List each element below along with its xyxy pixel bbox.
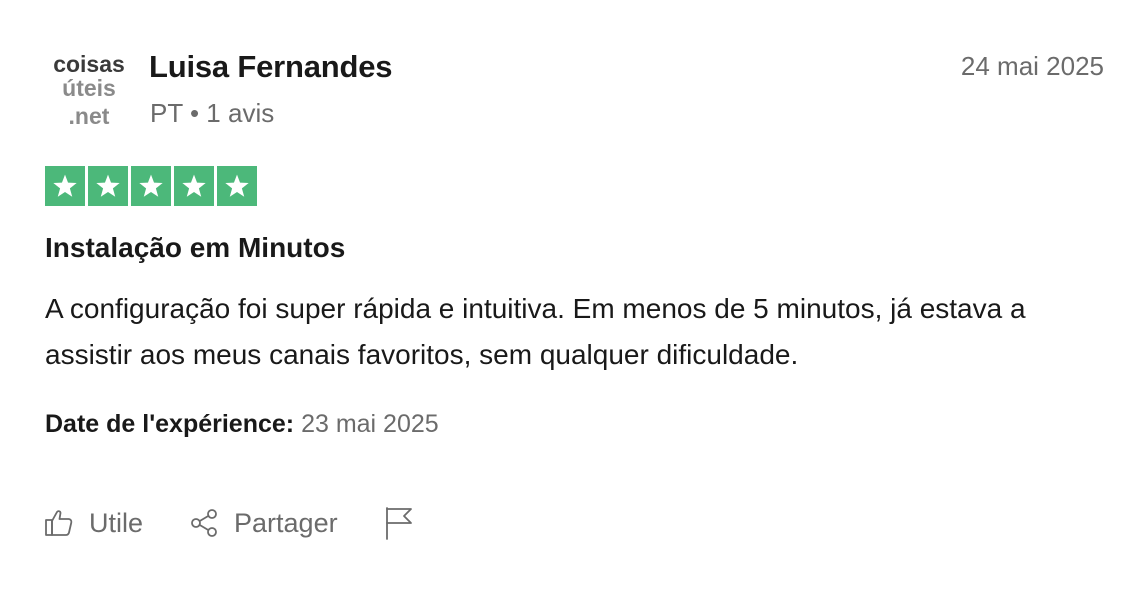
report-button[interactable] xyxy=(384,506,414,540)
star-icon xyxy=(45,166,85,206)
svg-text:úteis: úteis xyxy=(62,75,116,101)
experience-date: Date de l'expérience: 23 mai 2025 xyxy=(45,410,439,439)
svg-text:.net: .net xyxy=(69,103,110,129)
thumbs-up-icon xyxy=(44,508,74,538)
star-rating xyxy=(45,166,257,206)
useful-label: Utile xyxy=(89,507,144,538)
review-card: coisas úteis .net Luisa Fernandes PT • 1… xyxy=(0,0,1140,594)
brand-logo-avatar: coisas úteis .net xyxy=(46,48,132,134)
star-icon xyxy=(174,166,214,206)
share-label: Partager xyxy=(234,507,338,538)
useful-button[interactable]: Utile xyxy=(44,508,143,539)
review-date: 24 mai 2025 xyxy=(960,51,1104,81)
star-icon xyxy=(217,166,257,206)
author-meta: PT • 1 avis xyxy=(150,98,275,128)
share-icon xyxy=(189,508,219,538)
experience-value: 23 mai 2025 xyxy=(301,410,439,438)
star-icon xyxy=(131,166,171,206)
review-title: Instalação em Minutos xyxy=(45,232,346,263)
share-button[interactable]: Partager xyxy=(189,508,338,539)
author-name[interactable]: Luisa Fernandes xyxy=(149,49,393,85)
flag-icon xyxy=(384,506,414,540)
author-avatar[interactable]: coisas úteis .net xyxy=(46,48,132,134)
star-icon xyxy=(88,166,128,206)
review-body: A configuração foi super rápida e intuit… xyxy=(45,293,1026,370)
experience-label: Date de l'expérience: xyxy=(45,410,295,438)
svg-text:coisas: coisas xyxy=(53,51,125,77)
review-actions: Utile Partager xyxy=(44,506,414,540)
